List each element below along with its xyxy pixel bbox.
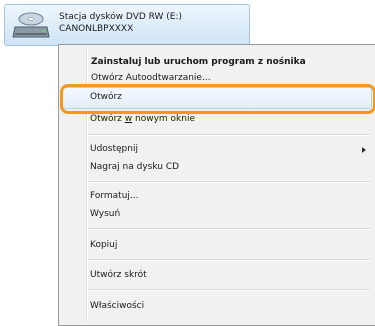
menu-item-label: Utwórz skrót xyxy=(90,270,147,280)
menu-item-burn-cd[interactable]: Nagraj na dysku CD xyxy=(90,160,179,174)
menu-item-autoplay[interactable]: Otwórz Autoodtwarzanie... xyxy=(91,71,211,85)
menu-item-label: Wysuń xyxy=(90,209,121,219)
menu-item-label: Udostępnij xyxy=(90,144,138,154)
drive-label: CANONLBPXXXX xyxy=(59,24,134,34)
menu-item-label-post: nowym oknie xyxy=(132,114,195,124)
menu-item-label: Zainstaluj lub uruchom program z nośnika xyxy=(91,57,306,67)
highlight-outline xyxy=(60,84,375,114)
menu-item-label: Formatuj... xyxy=(90,191,139,201)
drive-name: Stacja dysków DVD RW (E:) xyxy=(59,12,183,22)
menu-item-share[interactable]: Udostępnij xyxy=(90,142,370,156)
menu-item-label: Właściwości xyxy=(90,301,145,311)
dvd-drive-item[interactable]: Stacja dysków DVD RW (E:) CANONLBPXXXX xyxy=(4,4,250,46)
menu-item-label-pre: Otwórz xyxy=(90,114,125,124)
menu-item-properties[interactable]: Właściwości xyxy=(90,299,144,313)
menu-item-install-run[interactable]: Zainstaluj lub uruchom program z nośnika xyxy=(91,55,306,69)
menu-item-create-shortcut[interactable]: Utwórz skrót xyxy=(90,268,147,282)
menu-item-eject[interactable]: Wysuń xyxy=(90,207,120,221)
menu-item-copy[interactable]: Kopiuj xyxy=(90,238,117,252)
menu-item-open-new-window[interactable]: Otwórz w nowym oknie xyxy=(90,112,195,126)
menu-item-label: Nagraj na dysku CD xyxy=(90,162,180,172)
dvd-drive-icon xyxy=(11,9,51,43)
menu-item-format[interactable]: Formatuj... xyxy=(90,189,139,203)
menu-item-label: Kopiuj xyxy=(90,240,118,250)
menu-item-label: Otwórz Autoodtwarzanie... xyxy=(91,73,211,83)
